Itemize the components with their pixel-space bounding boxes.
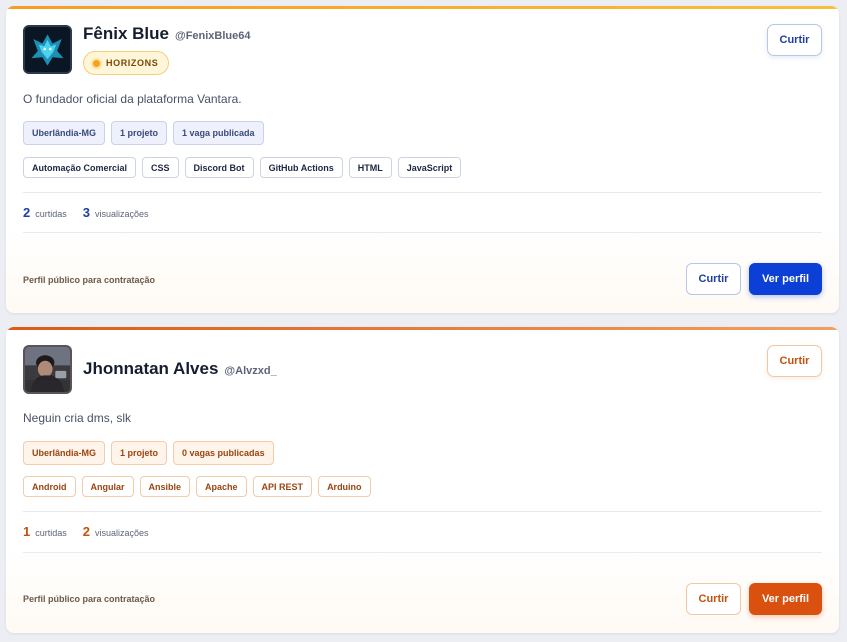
card-actions: Curtir Ver perfil [686,263,822,295]
avatar-image [25,27,70,72]
projects-chip: 1 projeto [111,121,168,145]
like-button[interactable]: Curtir [686,583,741,615]
view-profile-button[interactable]: Ver perfil [749,583,822,615]
jobs-chip: 1 vaga publicada [173,121,264,145]
skill-chip: JavaScript [397,157,462,178]
info-chips: Uberlândia-MG 1 projeto 1 vaga publicada [23,121,264,145]
likes-label: curtidas [35,209,67,219]
card-accent-bar [6,6,839,9]
like-button[interactable]: Curtir [686,263,741,295]
skill-chip: Automação Comercial [23,157,137,178]
profile-bio: Neguin cria dms, slk [23,411,132,425]
views-stat: 3 visualizações [83,205,149,220]
profile-handle: @FenixBlue64 [174,30,251,42]
avatar-image [25,347,70,392]
skill-chip: Android [23,476,76,497]
divider [23,511,822,512]
likes-count: 1 [23,524,31,539]
location-chip: Uberlândia-MG [23,441,106,465]
avatar[interactable] [23,345,72,394]
views-label: visualizações [94,209,149,219]
divider [23,552,822,553]
name-row: Jhonnatan Alves @Alvzxd_ [83,359,277,379]
like-button-top[interactable]: Curtir [767,24,822,56]
views-stat: 2 visualizações [83,524,149,539]
skill-chip: GitHub Actions [259,157,343,178]
skill-chip: API REST [252,476,313,497]
skill-chip: Apache [196,476,247,497]
divider [23,192,822,193]
views-label: visualizações [94,528,149,538]
likes-label: curtidas [35,528,67,538]
name-row: Fênix Blue @FenixBlue64 [83,24,251,44]
card-actions: Curtir Ver perfil [686,583,822,615]
plan-badge: HORIZONS [83,51,170,75]
footer-note: Perfil público para contratação [23,594,156,604]
skill-chip: CSS [142,157,179,178]
location-chip: Uberlândia-MG [23,121,106,145]
profile-name: Jhonnatan Alves [83,359,219,378]
badge-dot-icon [93,59,100,67]
skill-chip: Ansible [139,476,191,497]
views-count: 2 [82,524,90,539]
divider [23,232,822,233]
profile-card: Jhonnatan Alves @Alvzxd_ Curtir Neguin c… [6,327,839,633]
skill-chip: Angular [81,476,134,497]
footer-note: Perfil público para contratação [23,275,156,285]
likes-count: 2 [23,205,31,220]
like-button-top[interactable]: Curtir [767,345,822,377]
likes-stat: 2 curtidas [23,205,67,220]
profile-card: Fênix Blue @FenixBlue64 HORIZONS Curtir … [6,6,839,313]
stats-row: 2 curtidas 3 visualizações [23,205,149,220]
stats-row: 1 curtidas 2 visualizações [23,524,149,539]
badge-label: HORIZONS [106,58,159,68]
card-accent-bar [6,327,839,330]
projects-chip: 1 projeto [111,441,168,465]
skill-chip: HTML [348,157,392,178]
views-count: 3 [82,205,90,220]
profile-name: Fênix Blue [83,24,169,43]
jobs-chip: 0 vagas publicadas [173,441,274,465]
avatar[interactable] [23,25,72,74]
skill-chips: Automação Comercial CSS Discord Bot GitH… [23,157,462,178]
info-chips: Uberlândia-MG 1 projeto 0 vagas publicad… [23,441,274,465]
profile-handle: @Alvzxd_ [224,365,277,377]
profile-bio: O fundador oficial da plataforma Vantara… [23,92,242,106]
view-profile-button[interactable]: Ver perfil [749,263,822,295]
skill-chip: Arduino [318,476,371,497]
likes-stat: 1 curtidas [23,524,67,539]
skill-chips: Android Angular Ansible Apache API REST … [23,476,371,497]
skill-chip: Discord Bot [184,157,254,178]
